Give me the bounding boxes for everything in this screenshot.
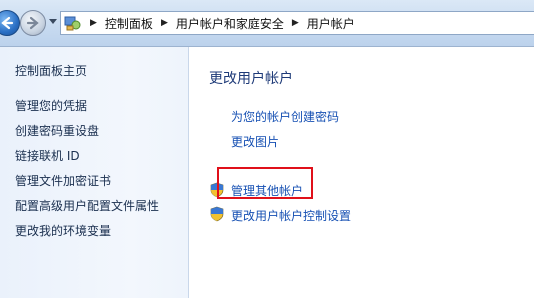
create-password-link[interactable]: 为您的帐户创建密码 (231, 108, 339, 125)
change-uac-settings-link[interactable]: 更改用户帐户控制设置 (231, 207, 351, 224)
sidebar-item-manage-credentials[interactable]: 管理您的凭据 (15, 97, 87, 114)
breadcrumb-control-panel[interactable]: 控制面板 (105, 15, 153, 32)
arrow-right-icon (26, 16, 39, 30)
page-title: 更改用户帐户 (209, 71, 293, 87)
back-button[interactable] (0, 10, 20, 36)
arrow-left-icon (1, 16, 14, 30)
change-picture-link[interactable]: 更改图片 (231, 133, 279, 150)
sidebar-item-change-environment-variables[interactable]: 更改我的环境变量 (15, 222, 111, 239)
control-panel-icon (64, 16, 81, 31)
chevron-right-icon[interactable]: ▶ (90, 18, 97, 28)
chevron-right-icon[interactable]: ▶ (292, 18, 299, 28)
uac-shield-icon (210, 206, 224, 222)
breadcrumb-user-accounts-family-safety[interactable]: 用户帐户和家庭安全 (176, 15, 284, 32)
sidebar-item-link-online-id[interactable]: 链接联机 ID (15, 147, 80, 164)
breadcrumb-user-accounts[interactable]: 用户帐户 (307, 15, 355, 32)
address-bar[interactable]: ▶ 控制面板 ▶ 用户帐户和家庭安全 ▶ 用户帐户 (60, 11, 534, 35)
forward-button[interactable] (20, 10, 46, 36)
highlight-box (217, 167, 313, 199)
sidebar-item-create-password-reset-disk[interactable]: 创建密码重设盘 (15, 122, 99, 139)
sidebar-item-manage-file-encryption-certificates[interactable]: 管理文件加密证书 (15, 172, 111, 189)
chevron-right-icon[interactable]: ▶ (161, 18, 168, 28)
sidebar-item-control-panel-home[interactable]: 控制面板主页 (15, 62, 87, 79)
main-content: 更改用户帐户 为您的帐户创建密码 更改图片 管理其他帐户 更改用户帐户控制设置 (189, 47, 534, 298)
recent-pages-dropdown[interactable] (49, 19, 57, 24)
navigation-bar: ▶ 控制面板 ▶ 用户帐户和家庭安全 ▶ 用户帐户 (0, 0, 534, 47)
task-pane: 控制面板主页 管理您的凭据 创建密码重设盘 链接联机 ID 管理文件加密证书 配… (0, 47, 189, 298)
sidebar-item-advanced-user-profile-properties[interactable]: 配置高级用户配置文件属性 (15, 197, 159, 214)
